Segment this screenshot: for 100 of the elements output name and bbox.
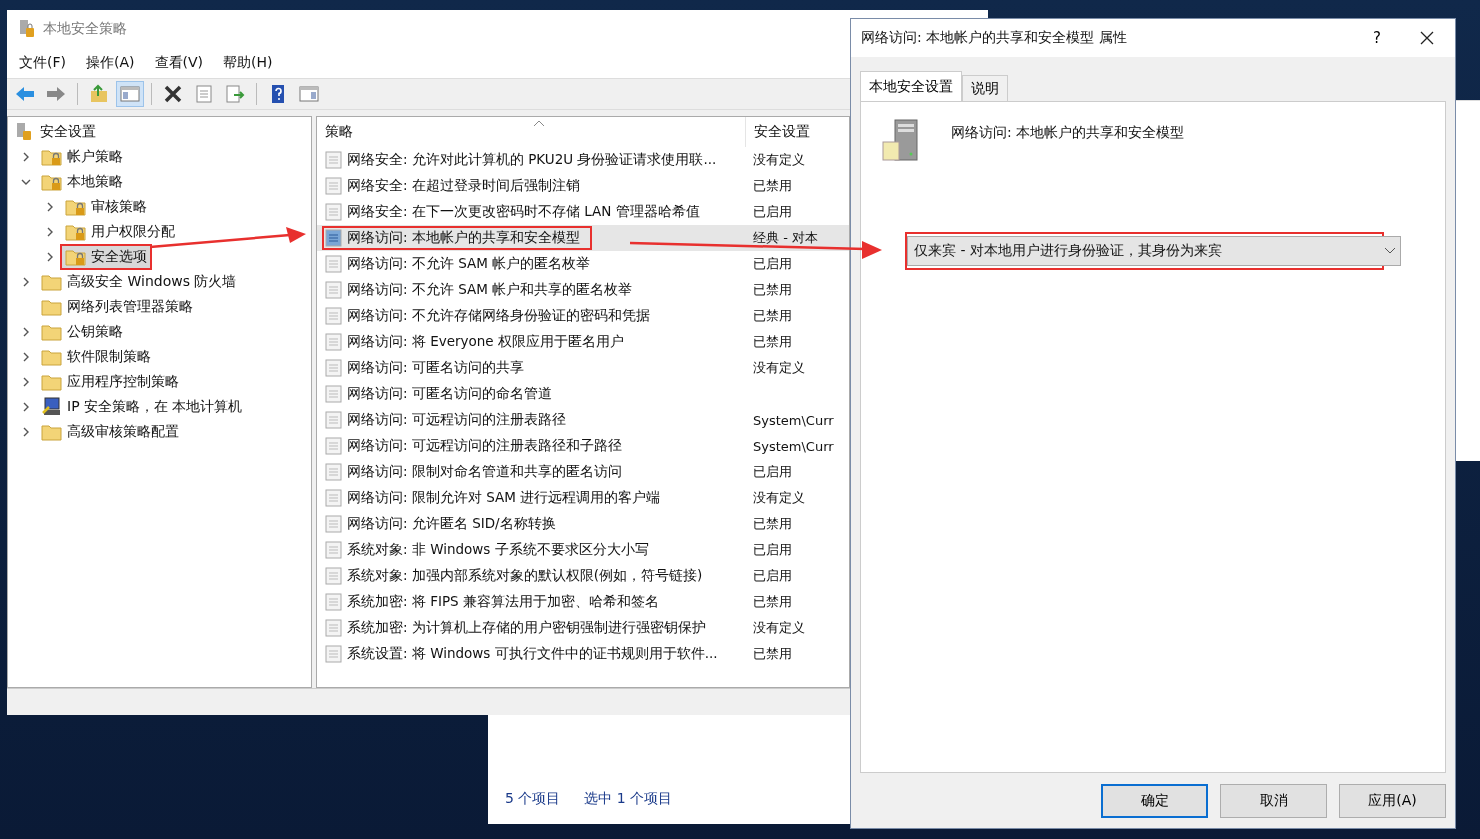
tree-item[interactable]: 高级审核策略配置 bbox=[67, 422, 179, 441]
policy-setting: 已禁用 bbox=[752, 307, 793, 325]
policy-name: 网络访问: 将 Everyone 权限应用于匿名用户 bbox=[347, 333, 624, 351]
policy-setting: System\Curr bbox=[752, 412, 835, 428]
list-row[interactable]: 网络访问: 可远程访问的注册表路径和子路径 System\Curr bbox=[317, 433, 849, 459]
tree-item[interactable]: 高级安全 Windows 防火墙 bbox=[67, 272, 237, 291]
policy-setting: 已启用 bbox=[752, 463, 793, 481]
policy-setting: 没有定义 bbox=[752, 489, 806, 507]
tab[interactable]: 本地安全设置 bbox=[860, 71, 962, 101]
policy-name: 网络访问: 本地帐户的共享和安全模型 bbox=[347, 229, 580, 247]
window-title: 本地安全策略 bbox=[43, 20, 127, 38]
menu-item[interactable]: 文件(F) bbox=[19, 54, 66, 72]
status-text: 选中 1 个项目 bbox=[584, 790, 673, 808]
list-row[interactable]: 系统设置: 将 Windows 可执行文件中的证书规则用于软件... 已禁用 bbox=[317, 641, 849, 667]
setting-dropdown[interactable]: 仅来宾 - 对本地用户进行身份验证，其身份为来宾 bbox=[907, 236, 1401, 266]
left-arrow-icon bbox=[14, 84, 36, 104]
list-row[interactable]: 网络访问: 不允许 SAM 帐户和共享的匿名枚举 已禁用 bbox=[317, 277, 849, 303]
tree-item[interactable]: 帐户策略 bbox=[67, 147, 123, 166]
policy-name: 网络访问: 限制对命名管道和共享的匿名访问 bbox=[347, 463, 622, 481]
policy-name: 网络访问: 可远程访问的注册表路径和子路径 bbox=[347, 437, 622, 455]
list-row[interactable]: 网络访问: 可匿名访问的命名管道 bbox=[317, 381, 849, 407]
tree-item[interactable]: 审核策略 bbox=[91, 197, 147, 216]
policy-item-icon bbox=[325, 255, 343, 273]
list-row[interactable]: 网络访问: 可远程访问的注册表路径 System\Curr bbox=[317, 407, 849, 433]
policy-name: 网络访问: 本地帐户的共享和安全模型 bbox=[951, 123, 1185, 142]
tree-item[interactable]: 软件限制策略 bbox=[67, 347, 151, 366]
policy-item-icon bbox=[325, 151, 343, 169]
policy-item-icon bbox=[325, 229, 343, 247]
policy-setting: 已禁用 bbox=[752, 515, 793, 533]
policy-name: 网络访问: 不允许 SAM 帐户和共享的匿名枚举 bbox=[347, 281, 633, 299]
policy-item-icon bbox=[325, 281, 343, 299]
list-row[interactable]: 网络访问: 不允许存储网络身份验证的密码和凭据 已禁用 bbox=[317, 303, 849, 329]
list-row[interactable]: 网络安全: 在超过登录时间后强制注销 已禁用 bbox=[317, 173, 849, 199]
policy-item-icon bbox=[325, 411, 343, 429]
policy-item-icon bbox=[325, 359, 343, 377]
column-header[interactable]: 策略 bbox=[317, 117, 745, 147]
tree-item[interactable]: 安全设置 bbox=[40, 122, 96, 141]
dialog-title: 网络访问: 本地帐户的共享和安全模型 属性 bbox=[861, 29, 1128, 47]
policy-item-icon bbox=[325, 333, 343, 351]
policy-item-icon bbox=[325, 463, 343, 481]
policy-setting: 已启用 bbox=[752, 541, 793, 559]
policy-item-icon bbox=[325, 593, 343, 611]
policy-setting: System\Curr bbox=[752, 438, 835, 454]
tree-item[interactable]: 应用程序控制策略 bbox=[67, 372, 179, 391]
tab[interactable]: 说明 bbox=[962, 75, 1008, 101]
policy-name: 系统设置: 将 Windows 可执行文件中的证书规则用于软件... bbox=[347, 645, 718, 663]
list-row[interactable]: 网络访问: 允许匿名 SID/名称转换 已禁用 bbox=[317, 511, 849, 537]
sort-caret-icon bbox=[533, 119, 545, 127]
tree-item[interactable]: 网络列表管理器策略 bbox=[67, 297, 193, 316]
policy-name: 网络访问: 限制允许对 SAM 进行远程调用的客户端 bbox=[347, 489, 661, 507]
policy-setting: 已禁用 bbox=[752, 593, 793, 611]
policy-setting: 已禁用 bbox=[752, 333, 793, 351]
column-header[interactable]: 安全设置 bbox=[745, 117, 849, 147]
tree-item[interactable]: 公钥策略 bbox=[67, 322, 123, 341]
tree-item[interactable]: IP 安全策略，在 本地计算机 bbox=[67, 397, 243, 416]
list-row[interactable]: 系统加密: 将 FIPS 兼容算法用于加密、哈希和签名 已禁用 bbox=[317, 589, 849, 615]
tree-item[interactable]: 本地策略 bbox=[67, 172, 123, 191]
list-row[interactable]: 网络访问: 本地帐户的共享和安全模型 经典 - 对本 bbox=[317, 225, 849, 251]
policy-name: 网络安全: 允许对此计算机的 PKU2U 身份验证请求使用联... bbox=[347, 151, 717, 169]
tree-item[interactable]: 安全选项 bbox=[91, 247, 147, 266]
close-icon bbox=[1420, 31, 1434, 45]
policy-icon bbox=[17, 19, 37, 39]
dialog-button[interactable]: 取消 bbox=[1220, 784, 1327, 818]
menu-item[interactable]: 操作(A) bbox=[86, 54, 135, 72]
policy-setting: 已禁用 bbox=[752, 177, 793, 195]
help-button[interactable]: ? bbox=[1355, 21, 1399, 55]
policy-item-icon bbox=[325, 541, 343, 559]
policy-name: 网络访问: 可匿名访问的共享 bbox=[347, 359, 524, 377]
list-row[interactable]: 网络访问: 可匿名访问的共享 没有定义 bbox=[317, 355, 849, 381]
list-row[interactable]: 网络安全: 在下一次更改密码时不存储 LAN 管理器哈希值 已启用 bbox=[317, 199, 849, 225]
list-row[interactable]: 网络安全: 允许对此计算机的 PKU2U 身份验证请求使用联... 没有定义 bbox=[317, 147, 849, 173]
policy-item-icon bbox=[325, 203, 343, 221]
delete-icon bbox=[162, 84, 184, 104]
policy-name: 系统加密: 为计算机上存储的用户密钥强制进行强密钥保护 bbox=[347, 619, 706, 637]
tree-toggle-button[interactable] bbox=[116, 81, 144, 107]
menu-item[interactable]: 查看(V) bbox=[154, 54, 203, 72]
policy-setting: 没有定义 bbox=[752, 619, 806, 637]
dialog-button[interactable]: 应用(A) bbox=[1339, 784, 1446, 818]
policy-item-icon bbox=[325, 489, 343, 507]
policy-name: 网络安全: 在下一次更改密码时不存储 LAN 管理器哈希值 bbox=[347, 203, 700, 221]
list-row[interactable]: 网络访问: 限制允许对 SAM 进行远程调用的客户端 没有定义 bbox=[317, 485, 849, 511]
list-row[interactable]: 系统对象: 非 Windows 子系统不要求区分大小写 已启用 bbox=[317, 537, 849, 563]
policy-item-icon bbox=[325, 385, 343, 403]
computer-key-icon bbox=[41, 396, 63, 417]
list-row[interactable]: 网络访问: 将 Everyone 权限应用于匿名用户 已禁用 bbox=[317, 329, 849, 355]
policy-name: 系统对象: 加强内部系统对象的默认权限(例如，符号链接) bbox=[347, 567, 703, 585]
list-row[interactable]: 网络访问: 不允许 SAM 帐户的匿名枚举 已启用 bbox=[317, 251, 849, 277]
menu-item[interactable]: 帮助(H) bbox=[223, 54, 273, 72]
dialog-button[interactable]: 确定 bbox=[1101, 784, 1208, 818]
list-row[interactable]: 系统对象: 加强内部系统对象的默认权限(例如，符号链接) 已启用 bbox=[317, 563, 849, 589]
policy-setting: 已启用 bbox=[752, 203, 793, 221]
policy-name: 网络访问: 不允许 SAM 帐户的匿名枚举 bbox=[347, 255, 591, 273]
policy-item-icon bbox=[325, 567, 343, 585]
list-row[interactable]: 系统加密: 为计算机上存储的用户密钥强制进行强密钥保护 没有定义 bbox=[317, 615, 849, 641]
policy-setting: 已启用 bbox=[752, 255, 793, 273]
policy-name: 网络访问: 不允许存储网络身份验证的密码和凭据 bbox=[347, 307, 650, 325]
tree-item[interactable]: 用户权限分配 bbox=[91, 222, 175, 241]
policy-name: 网络访问: 允许匿名 SID/名称转换 bbox=[347, 515, 556, 533]
policy-item-icon bbox=[325, 515, 343, 533]
list-row[interactable]: 网络访问: 限制对命名管道和共享的匿名访问 已启用 bbox=[317, 459, 849, 485]
